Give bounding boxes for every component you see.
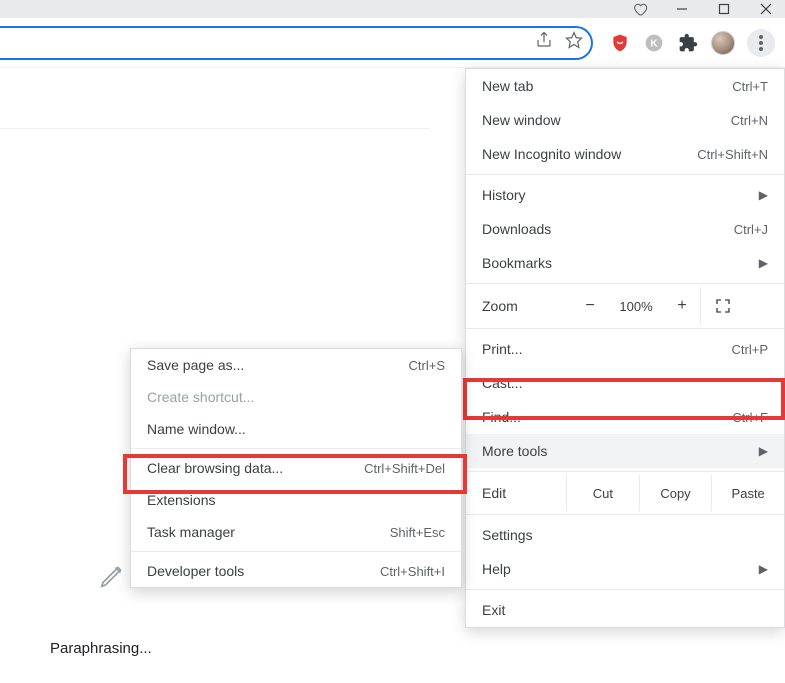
- maximize-button[interactable]: [715, 0, 733, 18]
- menu-label: Find...: [482, 409, 521, 425]
- menu-label: New window: [482, 112, 561, 128]
- menu-history[interactable]: History ▶: [466, 178, 784, 212]
- menu-separator: [466, 174, 784, 175]
- menu-edit: Edit Cut Copy Paste: [466, 475, 784, 511]
- edit-paste[interactable]: Paste: [711, 475, 784, 511]
- menu-label: Clear browsing data...: [147, 460, 283, 476]
- omnibox[interactable]: [0, 26, 593, 60]
- zoom-label: Zoom: [482, 298, 572, 314]
- menu-label: Settings: [482, 527, 533, 543]
- menu-shortcut: Ctrl+N: [731, 113, 768, 128]
- menu-label: Bookmarks: [482, 255, 552, 271]
- page-status-text: Paraphrasing...: [50, 640, 152, 657]
- submenu-clear-browsing-data[interactable]: Clear browsing data... Ctrl+Shift+Del: [131, 452, 461, 484]
- menu-label: History: [482, 187, 526, 203]
- menu-label: Print...: [482, 341, 522, 357]
- menu-label: Task manager: [147, 524, 235, 540]
- submenu-save-page[interactable]: Save page as... Ctrl+S: [131, 349, 461, 381]
- menu-separator: [466, 283, 784, 284]
- close-button[interactable]: [757, 0, 775, 18]
- menu-new-window[interactable]: New window Ctrl+N: [466, 103, 784, 137]
- content-divider: [0, 128, 430, 129]
- menu-cast[interactable]: Cast...: [466, 366, 784, 400]
- menu-shortcut: Ctrl+Shift+I: [380, 564, 445, 579]
- menu-shortcut: Ctrl+S: [409, 358, 445, 373]
- browser-toolbar: K: [0, 18, 785, 68]
- menu-find[interactable]: Find... Ctrl+F: [466, 400, 784, 434]
- menu-separator: [466, 328, 784, 329]
- menu-shortcut: Ctrl+T: [732, 79, 768, 94]
- menu-separator: [466, 471, 784, 472]
- menu-bookmarks[interactable]: Bookmarks ▶: [466, 246, 784, 280]
- edit-label: Edit: [482, 475, 566, 511]
- menu-label: Developer tools: [147, 563, 244, 579]
- menu-separator: [466, 514, 784, 515]
- menu-label: Extensions: [147, 492, 215, 508]
- menu-label: Help: [482, 561, 511, 577]
- submenu-create-shortcut: Create shortcut...: [131, 381, 461, 413]
- minimize-button[interactable]: [673, 0, 691, 18]
- menu-label: Name window...: [147, 421, 246, 437]
- menu-separator: [466, 589, 784, 590]
- menu-downloads[interactable]: Downloads Ctrl+J: [466, 212, 784, 246]
- menu-exit[interactable]: Exit: [466, 593, 784, 627]
- more-tools-submenu: Save page as... Ctrl+S Create shortcut..…: [130, 348, 462, 588]
- menu-separator: [131, 551, 461, 552]
- main-menu: New tab Ctrl+T New window Ctrl+N New Inc…: [465, 68, 785, 628]
- zoom-out-button[interactable]: −: [572, 297, 608, 315]
- edit-cut[interactable]: Cut: [566, 475, 639, 511]
- menu-new-tab[interactable]: New tab Ctrl+T: [466, 69, 784, 103]
- menu-shortcut: Ctrl+P: [732, 342, 768, 357]
- star-icon[interactable]: [565, 31, 583, 54]
- ublock-icon[interactable]: [609, 32, 631, 54]
- menu-label: Downloads: [482, 221, 551, 237]
- menu-shortcut: Ctrl+J: [734, 222, 768, 237]
- menu-shortcut: Shift+Esc: [390, 525, 445, 540]
- menu-label: Create shortcut...: [147, 389, 254, 405]
- profile-avatar[interactable]: [711, 31, 735, 55]
- menu-button[interactable]: [747, 29, 775, 57]
- submenu-name-window[interactable]: Name window...: [131, 413, 461, 445]
- chevron-right-icon: ▶: [759, 562, 768, 576]
- zoom-value: 100%: [608, 299, 664, 314]
- menu-label: Exit: [482, 602, 505, 618]
- menu-zoom: Zoom − 100% +: [466, 287, 784, 325]
- menu-label: Save page as...: [147, 357, 244, 373]
- menu-separator: [131, 448, 461, 449]
- zoom-in-button[interactable]: +: [664, 297, 700, 315]
- window-controls: [0, 0, 785, 18]
- svg-text:K: K: [650, 38, 658, 49]
- submenu-extensions[interactable]: Extensions: [131, 484, 461, 516]
- menu-more-tools[interactable]: More tools ▶: [466, 434, 784, 468]
- menu-incognito[interactable]: New Incognito window Ctrl+Shift+N: [466, 137, 784, 171]
- menu-print[interactable]: Print... Ctrl+P: [466, 332, 784, 366]
- share-icon[interactable]: [535, 31, 553, 54]
- extension-icons: K: [601, 29, 775, 57]
- chevron-right-icon: ▶: [759, 188, 768, 202]
- menu-help[interactable]: Help ▶: [466, 552, 784, 586]
- heart-icon[interactable]: [631, 0, 649, 18]
- edit-copy[interactable]: Copy: [639, 475, 712, 511]
- menu-shortcut: Ctrl+F: [732, 410, 768, 425]
- fullscreen-button[interactable]: [700, 287, 744, 325]
- extensions-icon[interactable]: [677, 32, 699, 54]
- chevron-right-icon: ▶: [759, 444, 768, 458]
- menu-shortcut: Ctrl+Shift+Del: [364, 461, 445, 476]
- submenu-developer-tools[interactable]: Developer tools Ctrl+Shift+I: [131, 555, 461, 587]
- menu-label: More tools: [482, 443, 547, 459]
- submenu-task-manager[interactable]: Task manager Shift+Esc: [131, 516, 461, 548]
- k-extension-icon[interactable]: K: [643, 32, 665, 54]
- menu-label: Cast...: [482, 375, 522, 391]
- pen-icon: [98, 560, 128, 590]
- menu-shortcut: Ctrl+Shift+N: [697, 147, 768, 162]
- menu-label: New tab: [482, 78, 533, 94]
- menu-settings[interactable]: Settings: [466, 518, 784, 552]
- menu-label: New Incognito window: [482, 146, 621, 162]
- chevron-right-icon: ▶: [759, 256, 768, 270]
